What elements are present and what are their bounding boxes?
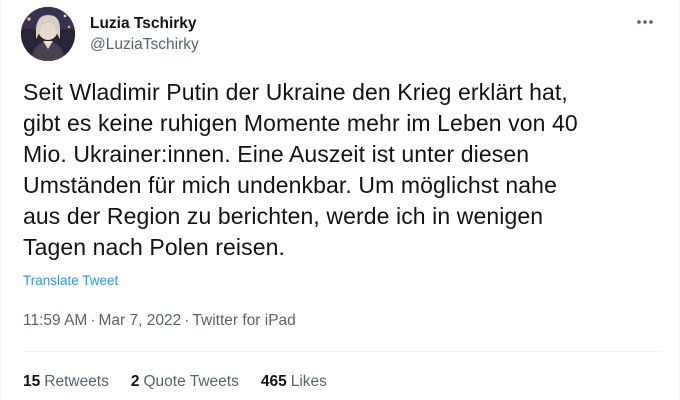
translate-tweet-link[interactable]: Translate Tweet — [23, 273, 118, 288]
avatar[interactable] — [21, 7, 75, 61]
likes-count: 465 — [260, 373, 287, 390]
profile-photo-icon — [21, 7, 75, 61]
tweet-source[interactable]: Twitter for iPad — [192, 312, 295, 329]
tweet-meta: 11:59 AM · Mar 7, 2022 · Twitter for iPad — [23, 312, 296, 330]
tweet-text-line: Mio. Ukrainer:innen. Eine Auszeit ist un… — [23, 141, 530, 167]
retweets-stat[interactable]: 15 Retweets — [23, 373, 109, 391]
meta-separator: · — [184, 312, 190, 329]
tweet-date[interactable]: Mar 7, 2022 — [99, 312, 182, 329]
tweet-stats: 15 Retweets 2 Quote Tweets 465 Likes — [23, 373, 349, 391]
tweet-text-line: Tagen nach Polen reisen. — [23, 234, 285, 260]
tweet-text-line: gibt es keine ruhigen Momente mehr im Le… — [23, 110, 578, 136]
tweet-text: Seit Wladimir Putin der Ukraine den Krie… — [23, 77, 663, 263]
likes-label: Likes — [290, 373, 327, 390]
quote-tweets-stat[interactable]: 2 Quote Tweets — [131, 373, 239, 391]
divider — [23, 351, 663, 352]
likes-stat[interactable]: 465 Likes — [261, 373, 327, 391]
author-display-name[interactable]: Luzia Tschirky — [90, 13, 199, 34]
tweet-card: Luzia Tschirky @LuziaTschirky Seit Wladi… — [0, 0, 680, 400]
author-names: Luzia Tschirky @LuziaTschirky — [90, 13, 199, 55]
tweet-text-line: Umständen für mich undenkbar. Um möglich… — [23, 172, 557, 198]
tweet-text-line: Seit Wladimir Putin der Ukraine den Krie… — [23, 79, 568, 105]
meta-separator: · — [90, 312, 96, 329]
retweets-count: 15 — [23, 373, 41, 390]
quote-tweets-label: Quote Tweets — [143, 373, 239, 390]
tweet-header: Luzia Tschirky @LuziaTschirky — [21, 7, 199, 61]
tweet-text-line: aus der Region zu berichten, werde ich i… — [23, 203, 544, 229]
more-options-button[interactable] — [633, 12, 657, 32]
retweets-label: Retweets — [44, 373, 109, 390]
quote-tweets-count: 2 — [130, 373, 140, 390]
author-handle[interactable]: @LuziaTschirky — [90, 34, 199, 55]
tweet-time[interactable]: 11:59 AM — [23, 312, 87, 329]
more-dots-icon — [637, 20, 653, 24]
